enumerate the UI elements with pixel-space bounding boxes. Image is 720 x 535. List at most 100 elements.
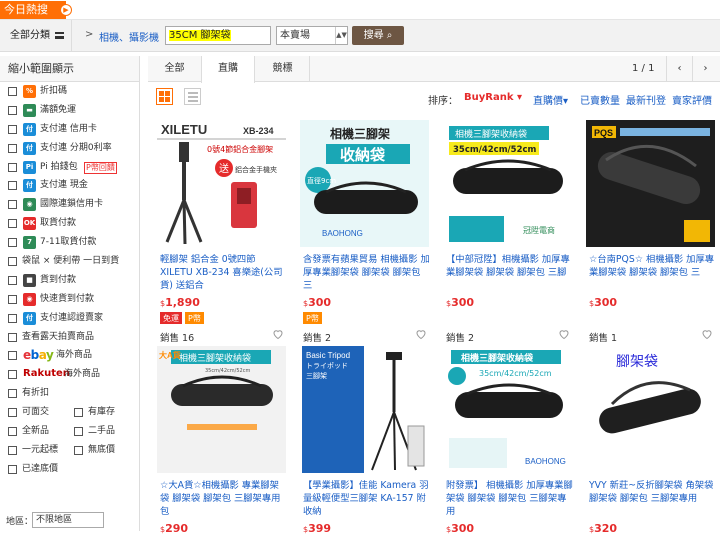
- filter-item-label: 國際連鎖信用卡: [40, 199, 104, 210]
- tab-direct-buy[interactable]: 直購: [201, 56, 255, 83]
- product-title[interactable]: 附發票】 相機攝影 加厚專業腳架袋 腳架袋 腳架包 三腳架專用: [446, 479, 574, 517]
- filter-item-label[interactable]: 可面交: [22, 403, 49, 422]
- filter-item[interactable]: 付支付連 信用卡: [0, 120, 139, 139]
- checkbox[interactable]: [74, 445, 83, 455]
- checkbox[interactable]: [74, 408, 83, 418]
- product-title[interactable]: 輕腳架 鋁合金 0號四節 XILETU XB-234 喜樂途(公司貨) 送鋁合: [160, 253, 288, 291]
- checkbox[interactable]: [8, 445, 17, 455]
- checkbox[interactable]: [8, 143, 17, 153]
- filter-item[interactable]: OK 取貨付款: [0, 214, 139, 233]
- next-page-button[interactable]: ›: [692, 56, 718, 82]
- filter-item[interactable]: 有折扣: [0, 384, 139, 403]
- cash-on-delivery-icon: ■: [23, 273, 36, 287]
- tab-auction[interactable]: 競標: [256, 56, 310, 82]
- image-caption: 35cm/42cm/52cm: [479, 369, 552, 378]
- checkbox[interactable]: [8, 408, 17, 418]
- filter-item-label[interactable]: 有庫存: [88, 403, 115, 422]
- product-title[interactable]: 含發票有蘋果貿易 相機攝影 加厚專業腳架袋 腳架袋 腳架包 三: [303, 253, 431, 291]
- product-image[interactable]: 相機三腳架收納袋 35cm/42cm/52cm BAOHONG: [443, 346, 572, 473]
- chevron-down-icon: ▲▼: [335, 27, 347, 44]
- all-categories-button[interactable]: 全部分類: [0, 20, 72, 52]
- filter-item[interactable]: 付支付連認證賣家: [0, 309, 139, 328]
- checkbox[interactable]: [8, 181, 17, 191]
- filter-item[interactable]: 7 7-11取貨付款: [0, 233, 139, 252]
- filter-item[interactable]: ◉ 快速貨到付款: [0, 290, 139, 309]
- region-select[interactable]: 不限地區: [32, 512, 104, 528]
- checkbox[interactable]: [8, 370, 17, 380]
- price-value: 1,890: [165, 296, 200, 309]
- list-view-button[interactable]: [184, 88, 201, 105]
- search-input[interactable]: 35CM 腳架袋: [165, 26, 271, 45]
- sort-buyrank[interactable]: BuyRank ▾: [464, 92, 522, 103]
- checkbox[interactable]: [8, 427, 17, 437]
- checkbox[interactable]: [8, 162, 17, 172]
- filter-item-label[interactable]: 全新品: [22, 422, 49, 441]
- checkbox[interactable]: [8, 351, 17, 361]
- search-query-text: 35CM 腳架袋: [169, 30, 231, 41]
- sort-newest[interactable]: 最新刊登: [626, 92, 666, 107]
- filter-item-label[interactable]: 二手品: [88, 422, 115, 441]
- heart-icon[interactable]: [415, 328, 427, 340]
- checkbox[interactable]: [8, 219, 17, 229]
- checkbox[interactable]: [8, 389, 17, 399]
- filter-item[interactable]: 查看露天拍賣商品: [0, 328, 139, 347]
- filter-item[interactable]: 付支付連 分期0利率: [0, 139, 139, 158]
- product-image[interactable]: 相機三腳架收納袋 35cm/42cm/52cm 大A貨: [157, 346, 286, 473]
- checkbox[interactable]: [8, 87, 17, 96]
- product-title[interactable]: 【中部冠陞】相機攝影 加厚專業腳架袋 腳架袋 腳架包 三腳: [446, 253, 574, 291]
- product-image[interactable]: 腳架袋: [586, 346, 715, 473]
- image-caption: 35cm/42cm/52cm: [205, 368, 250, 374]
- product-title[interactable]: 【學業攝影】佳能 Kamera 羽量級輕便型三腳架 KA-157 附收納: [303, 479, 431, 517]
- product-image[interactable]: 相機三腳架 收納袋 直徑9cm BAOHONG: [300, 120, 429, 247]
- prev-page-button[interactable]: ‹: [666, 56, 692, 82]
- checkbox[interactable]: [8, 124, 17, 134]
- filter-item[interactable]: ■ 貨到付款: [0, 271, 139, 290]
- search-button[interactable]: 搜尋 ⌕: [352, 26, 404, 45]
- product-image[interactable]: 相機三腳架收納袋 35cm/42cm/52cm 冠陞電商: [443, 120, 572, 247]
- checkbox[interactable]: [8, 275, 17, 285]
- filter-item[interactable]: 袋鼠 × 便利帶 一日到貨: [0, 252, 139, 271]
- filter-item[interactable]: Pi Pi 拍錢包 P幣回饋: [0, 158, 139, 177]
- checkbox[interactable]: [8, 238, 17, 248]
- product-title[interactable]: ☆台南PQS☆ 相機攝影 加厚專業腳架袋 腳架袋 腳架包 三: [589, 253, 717, 291]
- filter-item[interactable]: 已達底價: [0, 460, 139, 479]
- filter-item[interactable]: ◉ 國際連鎖信用卡: [0, 195, 139, 214]
- top-strip: 今日熱搜 ▶: [0, 0, 720, 20]
- image-caption: PQS: [594, 128, 613, 138]
- p-coin-badge: P幣回饋: [84, 161, 117, 174]
- checkbox[interactable]: [8, 200, 17, 210]
- sort-sold-count[interactable]: 已賣數量: [580, 92, 620, 107]
- breadcrumb-category[interactable]: 相機、攝影機: [99, 29, 159, 44]
- heart-icon[interactable]: [272, 328, 284, 340]
- checkbox[interactable]: [8, 332, 17, 342]
- image-caption: 0號4節鋁合金腳架: [207, 144, 273, 154]
- checkbox[interactable]: [8, 294, 17, 304]
- checkbox[interactable]: [8, 105, 17, 115]
- hot-search-tab[interactable]: 今日熱搜 ▶: [0, 1, 72, 19]
- sort-price[interactable]: 直購價▾: [533, 92, 568, 107]
- sort-seller-rating[interactable]: 賣家評價: [672, 92, 712, 107]
- heart-icon[interactable]: [701, 328, 713, 340]
- product-tag: P幣: [185, 312, 204, 324]
- checkbox[interactable]: [8, 313, 17, 323]
- play-icon[interactable]: ▶: [60, 4, 72, 16]
- heart-icon[interactable]: [558, 328, 570, 340]
- filter-item[interactable]: ebay 海外商品: [0, 346, 139, 365]
- checkbox[interactable]: [8, 257, 17, 267]
- product-image[interactable]: Basic Tripod トライポッド 三腳架: [300, 346, 429, 473]
- filter-item[interactable]: ▬ 滿額免運: [0, 101, 139, 120]
- filter-item-label[interactable]: 無底價: [88, 441, 115, 460]
- product-title[interactable]: YVY 新莊~反折腳架袋 角架袋 腳架袋 腳架包 三腳架專用: [589, 479, 717, 517]
- tab-all[interactable]: 全部: [148, 56, 202, 82]
- grid-view-button[interactable]: [156, 88, 173, 105]
- checkbox[interactable]: [74, 427, 83, 437]
- filter-item-label[interactable]: 一元起標: [22, 441, 58, 460]
- filter-item[interactable]: Rakuten 海外商品: [0, 365, 139, 384]
- checkbox[interactable]: [8, 464, 17, 474]
- product-image[interactable]: XILETU XB-234 0號4節鋁合金腳架送鋁合金手機夾: [157, 120, 286, 247]
- filter-item[interactable]: 付支付連 現金: [0, 176, 139, 195]
- product-title[interactable]: ☆大A貨☆相機攝影 專業腳架袋 腳架袋 腳架包 三腳架專用包: [160, 479, 288, 517]
- product-image[interactable]: PQS: [586, 120, 715, 247]
- search-scope-select[interactable]: 本賣場 ▲▼: [276, 26, 348, 45]
- filter-item[interactable]: % 折扣碼: [0, 82, 139, 101]
